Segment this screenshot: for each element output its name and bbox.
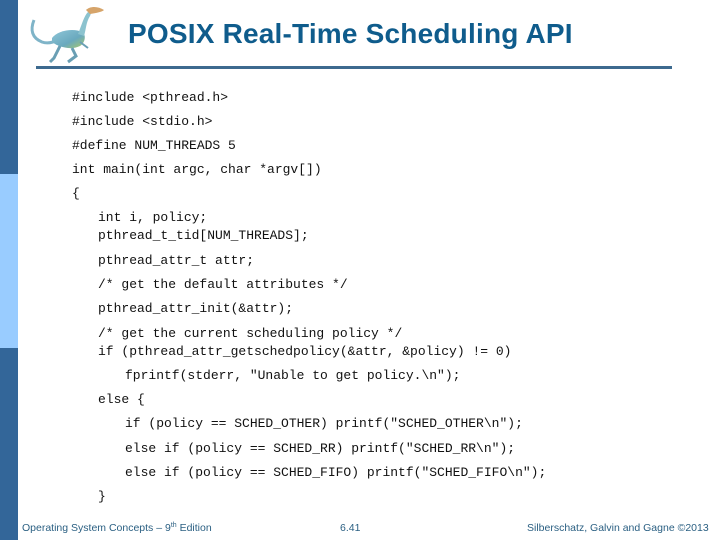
- slide-title: POSIX Real-Time Scheduling API: [128, 18, 573, 49]
- code-line: }: [98, 489, 106, 504]
- sidebar-segment-middle: [0, 174, 18, 348]
- footer-copyright: Silberschatz, Galvin and Gagne ©2013: [527, 522, 709, 534]
- slide-sidebar: [0, 0, 18, 540]
- code-line: pthread_attr_init(&attr);: [98, 301, 294, 316]
- code-line: pthread_attr_t attr;: [98, 253, 255, 268]
- footer-book-prefix: Operating System Concepts – 9: [22, 522, 171, 534]
- code-line: pthread_t_tid[NUM_THREADS];: [98, 228, 309, 243]
- sidebar-segment-top: [0, 0, 18, 174]
- sidebar-segment-bottom: [0, 348, 18, 540]
- title-underline: [36, 66, 672, 69]
- code-line: {: [72, 186, 80, 201]
- footer-book-suffix: Edition: [176, 522, 212, 534]
- code-line: /* get the default attributes */: [98, 277, 348, 292]
- code-line: #define NUM_THREADS 5: [72, 138, 236, 153]
- code-line: if (pthread_attr_getschedpolicy(&attr, &…: [98, 344, 512, 359]
- dinosaur-logo-icon: [30, 7, 104, 64]
- code-line: if (policy == SCHED_OTHER) printf("SCHED…: [125, 416, 523, 431]
- code-line: #include <stdio.h>: [72, 114, 213, 129]
- code-line: #include <pthread.h>: [72, 90, 229, 105]
- footer-book-title: Operating System Concepts – 9th Edition: [22, 522, 212, 534]
- code-line: else if (policy == SCHED_RR) printf("SCH…: [125, 441, 516, 456]
- code-line: int i, policy;: [98, 210, 208, 225]
- code-line: else {: [98, 392, 145, 407]
- code-line: else if (policy == SCHED_FIFO) printf("S…: [125, 465, 547, 480]
- code-line: int main(int argc, char *argv[]): [72, 162, 322, 177]
- code-line: fprintf(stderr, "Unable to get policy.\n…: [125, 368, 461, 383]
- code-line: /* get the current scheduling policy */: [98, 326, 403, 341]
- page-number: 6.41: [340, 522, 361, 534]
